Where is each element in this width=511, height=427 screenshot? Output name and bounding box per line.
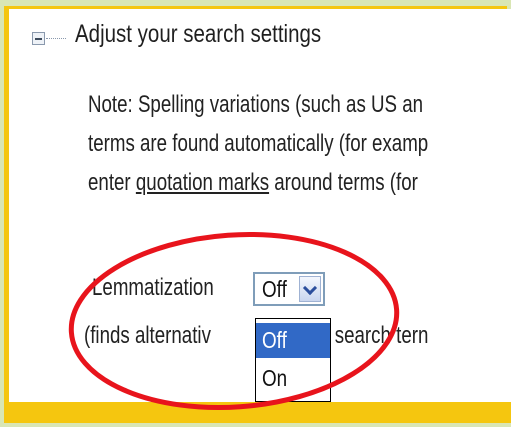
note-line-3-start: enter	[88, 169, 136, 196]
note-line-1: Note: Spelling variations (such as US an	[88, 91, 424, 118]
chevron-down-icon[interactable]	[299, 276, 321, 302]
lemmatization-select[interactable]: Off	[253, 272, 325, 306]
dropdown-option-on[interactable]: On	[256, 361, 330, 396]
note-line-3: enter quotation marks around terms (for	[88, 163, 428, 202]
lemmatization-dropdown-list[interactable]: Off On	[255, 318, 331, 402]
note-text: Note: Spelling variations (such as US an…	[88, 85, 428, 202]
tree-connector-line	[46, 38, 66, 39]
quotation-marks-link[interactable]: quotation marks	[136, 169, 269, 196]
help-text-start: (finds alternativ	[84, 322, 211, 349]
lemmatization-selected-value: Off	[262, 276, 287, 302]
note-line-2: terms are found automatically (for examp	[88, 130, 429, 157]
note-line-3-end: around terms (for	[269, 169, 418, 196]
collapse-minus-icon[interactable]	[32, 32, 45, 45]
bottom-frame-bar	[4, 402, 511, 423]
dropdown-option-off[interactable]: Off	[256, 323, 330, 358]
section-title[interactable]: Adjust your search settings	[75, 20, 321, 49]
lemmatization-label: Lemmatization	[92, 274, 214, 301]
